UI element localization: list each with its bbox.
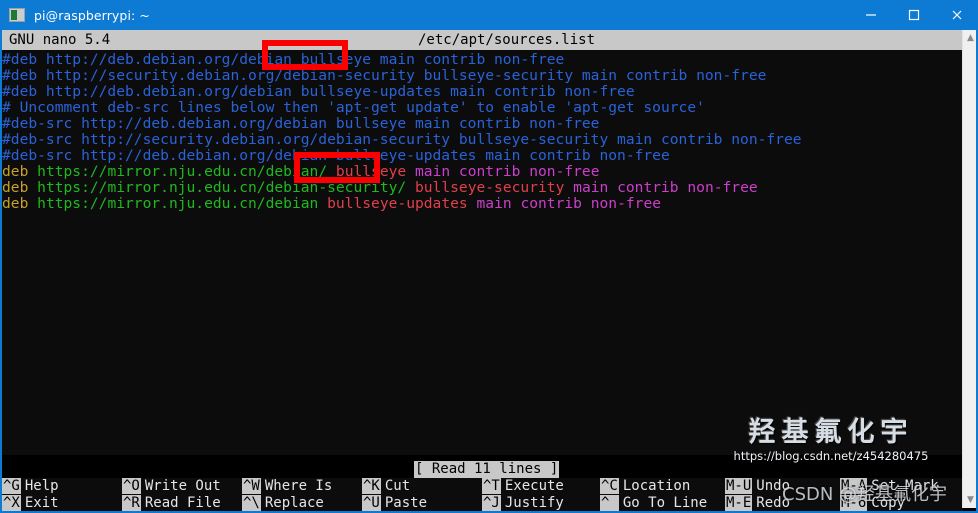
repo-components: main contrib non-free — [573, 179, 758, 196]
shortcut-label: Help — [24, 478, 59, 494]
repo-components: main contrib non-free — [415, 163, 600, 180]
shortcut-label: Redo — [756, 495, 791, 511]
shortcut-paste[interactable]: ^U Paste — [362, 495, 427, 512]
shortcut-key: ^W — [242, 478, 261, 494]
chevron-up-icon[interactable]: ▲ — [963, 30, 978, 46]
shortcut-location[interactable]: ^C Location — [600, 478, 690, 495]
shortcut-key: ^J — [482, 495, 501, 511]
repo-suite: bullseye — [335, 163, 407, 180]
shortcut-label: Undo — [756, 478, 791, 494]
nano-header-bar: GNU nano 5.4 /etc/apt/sources.list — [0, 30, 963, 50]
editor-line[interactable]: #deb-src http://deb.debian.org/debian bu… — [2, 148, 670, 164]
repo-url: https://mirror.nju.edu.cn/debian/ — [37, 163, 328, 180]
nano-version: GNU nano 5.4 — [9, 32, 111, 48]
editor-line[interactable]: deb https://mirror.nju.edu.cn/debian bul… — [2, 196, 661, 212]
comment-text: #deb http://deb.debian.org/debian bullse… — [2, 51, 565, 68]
chevron-down-icon[interactable]: ▼ — [963, 492, 978, 508]
nano-filename: /etc/apt/sources.list — [418, 32, 596, 48]
shortcut-label: Write Out — [144, 478, 221, 494]
repo-keyword: deb — [2, 195, 29, 212]
shortcut-key: ^ — [600, 495, 619, 511]
shortcut-write-out[interactable]: ^O Write Out — [122, 478, 221, 495]
shortcut-key: M-6 — [840, 495, 868, 511]
shortcut-label: Cut — [384, 478, 411, 494]
shortcut-key: ^T — [482, 478, 501, 494]
maximize-icon[interactable] — [892, 0, 935, 30]
shortcut-key: ^\ — [242, 495, 261, 511]
shortcut-execute[interactable]: ^T Execute — [482, 478, 564, 495]
comment-text: # Uncomment deb-src lines below then 'ap… — [2, 99, 705, 116]
editor-line[interactable]: deb https://mirror.nju.edu.cn/debian/ bu… — [2, 164, 600, 180]
shortcut-key: ^C — [600, 478, 619, 494]
shortcut-label: Go To Line — [622, 495, 708, 511]
shortcut-label: Justify — [504, 495, 564, 511]
comment-text: #deb http://deb.debian.org/debian bullse… — [2, 83, 635, 100]
shortcut-go-to-line[interactable]: ^ Go To Line — [600, 495, 707, 512]
repo-url: https://mirror.nju.edu.cn/debian-securit… — [37, 179, 407, 196]
shortcut-justify[interactable]: ^J Justify — [482, 495, 564, 512]
editor-line[interactable]: deb https://mirror.nju.edu.cn/debian-sec… — [2, 180, 758, 196]
shortcut-label: Set Mark — [871, 478, 939, 494]
editor-line[interactable]: #deb http://security.debian.org/debian-s… — [2, 68, 766, 84]
shortcut-label: Where Is — [264, 478, 333, 494]
shortcut-cut[interactable]: ^K Cut — [362, 478, 410, 495]
editor-line[interactable]: # Uncomment deb-src lines below then 'ap… — [2, 100, 705, 116]
repo-keyword: deb — [2, 179, 29, 196]
comment-text: #deb-src http://deb.debian.org/debian bu… — [2, 147, 670, 164]
shortcut-key: ^U — [362, 495, 381, 511]
comment-text: #deb-src http://security.debian.org/debi… — [2, 131, 802, 148]
editor-line[interactable]: #deb http://deb.debian.org/debian bullse… — [2, 84, 635, 100]
shortcut-key: ^O — [122, 478, 141, 494]
shortcut-label: Exit — [24, 495, 59, 511]
shortcut-key: M-E — [725, 495, 753, 511]
shortcut-label: Location — [622, 478, 691, 494]
shortcut-undo[interactable]: M-U Undo — [725, 478, 790, 495]
shortcut-copy[interactable]: M-6 Copy — [840, 495, 905, 512]
shortcut-key: ^X — [2, 495, 21, 511]
repo-suite: bullseye-security — [414, 179, 565, 196]
terminal-window: pi@raspberrypi: ~ GNU nano 5.4 /etc/apt/… — [0, 0, 978, 513]
editor-line[interactable]: #deb-src http://deb.debian.org/debian bu… — [2, 116, 599, 132]
status-message: [ Read 11 lines ] — [414, 461, 560, 478]
window-titlebar: pi@raspberrypi: ~ — [0, 0, 978, 30]
terminal-icon — [9, 8, 25, 22]
editor-text-area[interactable]: #deb http://deb.debian.org/debian bullse… — [0, 50, 963, 455]
repo-keyword: deb — [2, 163, 29, 180]
repo-url: https://mirror.nju.edu.cn/debian — [37, 195, 319, 212]
shortcut-label: Execute — [504, 478, 564, 494]
shortcut-label: Paste — [384, 495, 428, 511]
comment-text: #deb http://security.debian.org/debian-s… — [2, 67, 767, 84]
vertical-scrollbar[interactable]: ▲ ▼ — [962, 30, 978, 508]
shortcut-key: ^K — [362, 478, 381, 494]
shortcut-set-mark[interactable]: M-A Set Mark — [840, 478, 939, 495]
repo-suite: bullseye-updates — [327, 195, 468, 212]
shortcut-read-file[interactable]: ^R Read File — [122, 495, 221, 512]
shortcut-replace[interactable]: ^\ Replace — [242, 495, 324, 512]
shortcut-key: ^G — [2, 478, 21, 494]
shortcut-where-is[interactable]: ^W Where Is — [242, 478, 332, 495]
editor-line[interactable]: #deb http://deb.debian.org/debian bullse… — [2, 52, 564, 68]
editor-line[interactable]: #deb-src http://security.debian.org/debi… — [2, 132, 802, 148]
minimize-icon[interactable] — [849, 0, 892, 30]
close-icon[interactable] — [935, 0, 978, 30]
shortcut-exit[interactable]: ^X Exit — [2, 495, 59, 512]
shortcut-redo[interactable]: M-E Redo — [725, 495, 790, 512]
shortcut-key: M-A — [840, 478, 868, 494]
repo-components: main contrib non-free — [476, 195, 662, 212]
window-title: pi@raspberrypi: ~ — [34, 7, 151, 23]
shortcut-key: M-U — [725, 478, 753, 494]
shortcut-label: Read File — [144, 495, 221, 511]
shortcut-label: Replace — [264, 495, 324, 511]
comment-text: #deb-src http://deb.debian.org/debian bu… — [2, 115, 600, 132]
shortcut-bar: ^G Help ^X Exit ^O Write Out ^R Read File ^W Wher… — [0, 478, 963, 513]
shortcut-help[interactable]: ^G Help — [2, 478, 59, 495]
shortcut-key: ^R — [122, 495, 141, 511]
shortcut-label: Copy — [871, 495, 906, 511]
